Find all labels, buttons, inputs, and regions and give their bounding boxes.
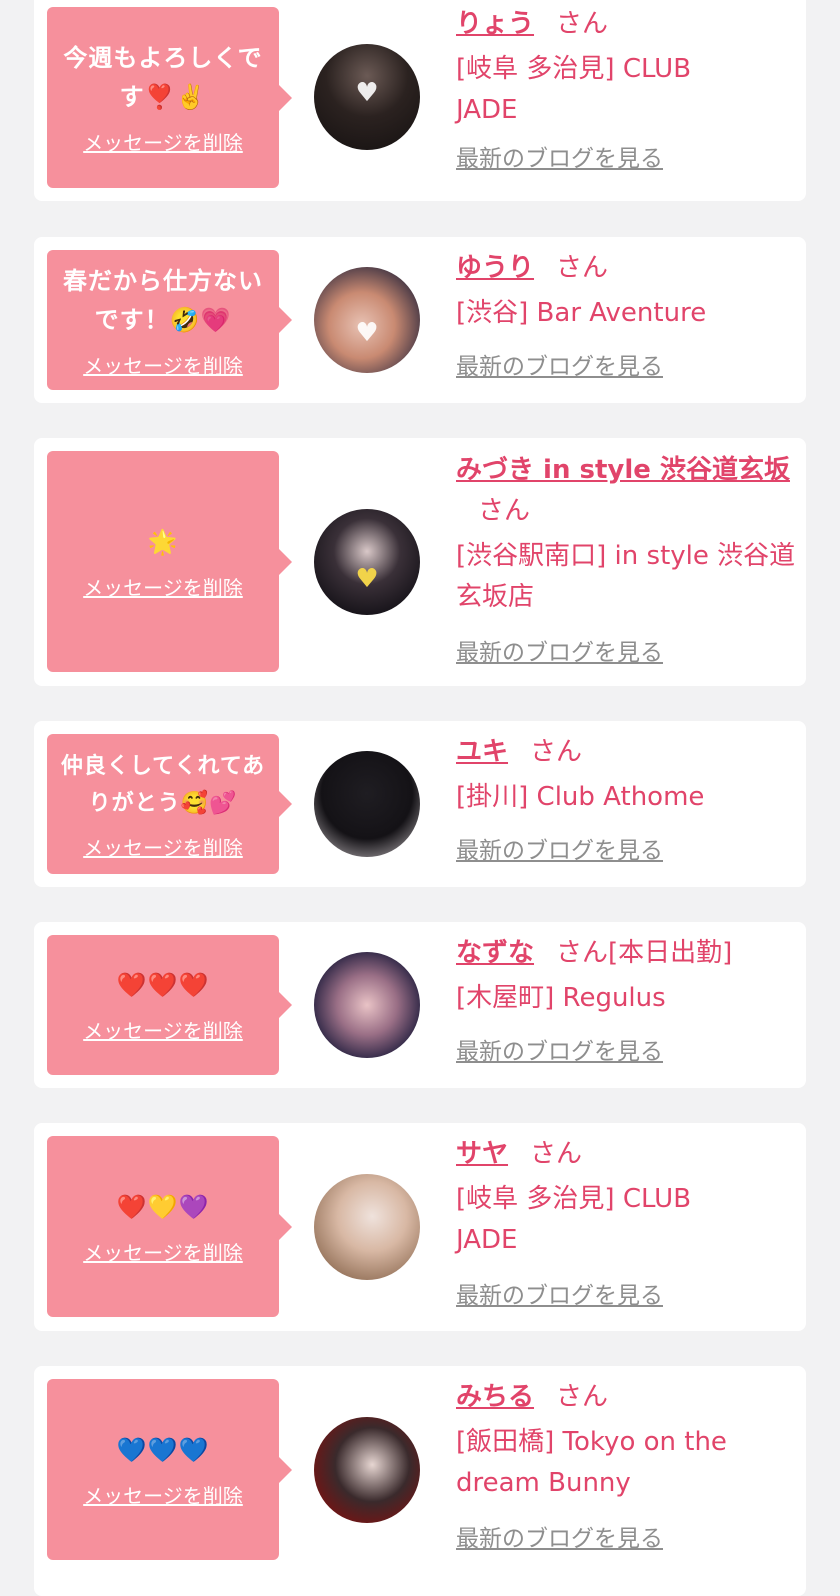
blog-link[interactable]: 最新のブログを見る [456,1524,663,1554]
message-bubble: ❤️💛💜 メッセージを削除 [47,1136,292,1317]
heart-icon: ♥ [355,77,379,108]
message-bubble: 今週もよろしくです❣️✌️ メッセージを削除 [47,7,292,188]
avatar[interactable] [314,952,420,1058]
profile-name-link[interactable]: ユキ [456,737,508,767]
delete-message-link[interactable]: メッセージを削除 [83,127,243,156]
message-card: 仲良くしてくれてありがとう🥰💕 メッセージを削除 ユキ さん [掛川] Club … [34,721,806,887]
message-text: ❤️💛💜 [116,1192,210,1221]
profile-name-link[interactable]: サヤ [456,1139,508,1169]
delete-message-link[interactable]: メッセージを削除 [83,1015,243,1044]
profile-info: ユキ さん [掛川] Club Athome 最新のブログを見る [456,732,792,864]
blog-link[interactable]: 最新のブログを見る [456,836,663,866]
name-line: りょう さん [456,4,792,45]
profile-name-link[interactable]: なずな [456,938,534,968]
name-line: なずな さん[本日出勤] [456,933,792,974]
message-text: ❤️❤️❤️ [116,971,210,999]
delete-message-link[interactable]: メッセージを削除 [83,1237,243,1266]
name-line: ユキ さん [456,732,792,773]
blog-link[interactable]: 最新のブログを見る [456,1281,663,1311]
shop-text: [岐阜 多治見] CLUB JADE [456,54,692,125]
avatar[interactable]: ♥ [314,44,420,150]
profile-name-link[interactable]: みちる [456,1382,534,1412]
avatar[interactable] [314,751,420,857]
blog-link[interactable]: 最新のブログを見る [456,352,663,382]
delete-message-link[interactable]: メッセージを削除 [83,572,243,601]
blog-link[interactable]: 最新のブログを見る [456,144,663,174]
message-text: 今週もよろしくです❣️✌️ [63,44,263,111]
message-text: 仲良くしてくれてありがとう🥰💕 [60,753,266,816]
shop-text: [掛川] Club Athome [456,782,705,812]
message-card: 🌟 メッセージを削除 ♥ みづき in style 渋谷道玄坂さん [渋谷駅南口… [34,438,806,686]
profile-info: みちる さん [飯田橋] Tokyo on the dream Bunny 最新の… [456,1377,792,1552]
profile-info: サヤ さん [岐阜 多治見] CLUB JADE 最新のブログを見る [456,1134,792,1309]
message-card: 💙💙💙 メッセージを削除 みちる さん [飯田橋] Tokyo on the dr… [34,1366,806,1596]
avatar[interactable]: ♥ [314,509,420,615]
delete-message-link[interactable]: メッセージを削除 [83,350,243,379]
delete-message-link[interactable]: メッセージを削除 [83,1480,243,1509]
message-bubble: 仲良くしてくれてありがとう🥰💕 メッセージを削除 [47,734,292,874]
shop-text: [渋谷] Bar Aventure [456,298,707,328]
shop-text: [渋谷駅南口] in style 渋谷道玄坂店 [456,541,796,612]
avatar[interactable] [314,1417,420,1523]
message-bubble: ❤️❤️❤️ メッセージを削除 [47,935,292,1075]
delete-message-link[interactable]: メッセージを削除 [83,832,243,861]
honorific: さん [530,1139,583,1169]
name-line: みちる さん [456,1377,792,1418]
message-bubble: 🌟 メッセージを削除 [47,451,292,672]
status-text: [本日出勤] [608,938,733,968]
message-text: 🌟 [147,527,179,556]
profile-info: みづき in style 渋谷道玄坂さん [渋谷駅南口] in style 渋谷… [456,450,795,666]
name-line: ゆうり さん [456,248,792,289]
profile-info: りょう さん [岐阜 多治見] CLUB JADE 最新のブログを見る [456,4,792,172]
message-text: 💙💙💙 [116,1435,210,1464]
profile-name-link[interactable]: りょう [456,9,534,39]
profile-info: なずな さん[本日出勤] [木屋町] Regulus 最新のブログを見る [456,933,792,1065]
message-card: ❤️💛💜 メッセージを削除 サヤ さん [岐阜 多治見] CLUB JADE 最新… [34,1123,806,1331]
avatar[interactable]: ♥ [314,267,420,373]
honorific: さん [556,9,609,39]
message-card: 今週もよろしくです❣️✌️ メッセージを削除 ♥ りょう さん [岐阜 多治見] … [34,0,806,201]
heart-icon: ♥ [355,317,379,348]
blog-link[interactable]: 最新のブログを見る [456,1037,663,1067]
message-bubble: 💙💙💙 メッセージを削除 [47,1379,292,1560]
name-line: サヤ さん [456,1134,792,1175]
message-bubble: 春だから仕方ないです！🤣💗 メッセージを削除 [47,250,292,390]
honorific: さん [530,737,583,767]
honorific: さん [556,253,609,283]
shop-text: [飯田橋] Tokyo on the dream Bunny [456,1427,727,1498]
message-card: ❤️❤️❤️ メッセージを削除 なずな さん[本日出勤] [木屋町] Regulu… [34,922,806,1088]
name-line: みづき in style 渋谷道玄坂さん [456,450,801,532]
honorific: さん [478,496,531,526]
message-text: 春だから仕方ないです！🤣💗 [63,266,263,334]
blog-link[interactable]: 最新のブログを見る [456,638,663,668]
message-card: 春だから仕方ないです！🤣💗 メッセージを削除 ♥ ゆうり さん [渋谷] Bar … [34,237,806,403]
avatar[interactable] [314,1174,420,1280]
honorific: さん [556,938,609,968]
honorific: さん [556,1382,609,1412]
profile-info: ゆうり さん [渋谷] Bar Aventure 最新のブログを見る [456,248,792,380]
shop-text: [岐阜 多治見] CLUB JADE [456,1184,692,1255]
profile-name-link[interactable]: みづき in style 渋谷道玄坂 [456,455,790,485]
shop-text: [木屋町] Regulus [456,983,666,1013]
profile-name-link[interactable]: ゆうり [456,253,534,283]
heart-icon: ♥ [355,563,379,594]
